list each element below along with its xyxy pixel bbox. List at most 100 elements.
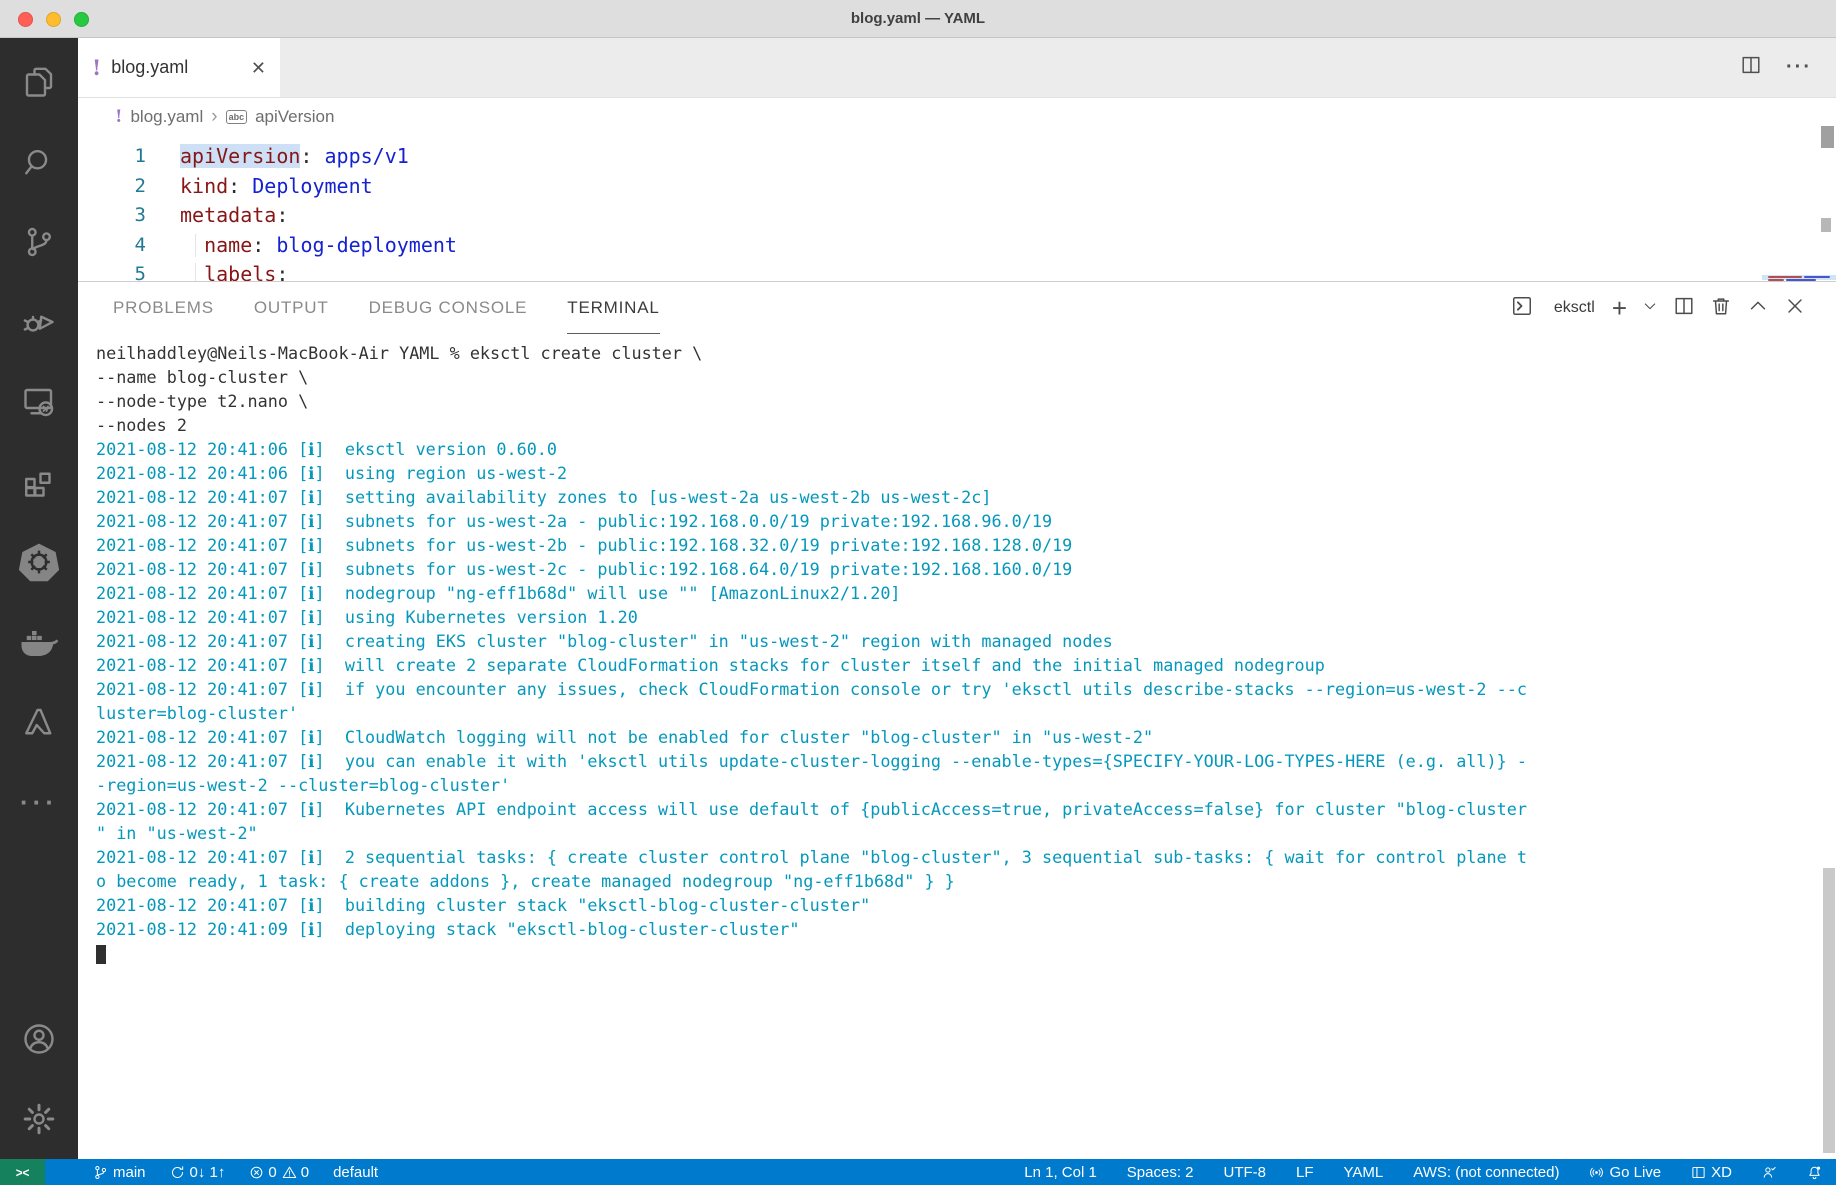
more-actions-button[interactable]: ··· xyxy=(1786,56,1812,79)
more-icon: ··· xyxy=(20,787,58,818)
terminal-line: --node-type t2.nano \ xyxy=(96,389,1816,413)
breadcrumb: ! blog.yaml › abc apiVersion xyxy=(78,98,1836,136)
activity-bar-docker[interactable] xyxy=(0,602,78,682)
activity-bar-extensions[interactable] xyxy=(0,442,78,522)
terminal-line: 2021-08-12 20:41:07 [ℹ] using Kubernetes… xyxy=(96,605,1816,629)
status-language-mode[interactable]: YAML xyxy=(1344,1164,1384,1181)
terminal-line: 2021-08-12 20:41:07 [ℹ] you can enable i… xyxy=(96,749,1816,773)
status-feedback[interactable] xyxy=(1762,1165,1777,1180)
editor-tab-bar: ! blog.yaml ✕ ··· xyxy=(78,38,1836,98)
indent-guide xyxy=(195,263,196,281)
breadcrumb-file[interactable]: blog.yaml xyxy=(130,107,203,127)
tab-blog-yaml[interactable]: ! blog.yaml ✕ xyxy=(78,38,280,97)
split-editor-button[interactable] xyxy=(1740,54,1762,81)
overview-ruler-mark xyxy=(1821,218,1831,232)
terminal-line: 2021-08-12 20:41:06 [ℹ] using region us-… xyxy=(96,461,1816,485)
minimize-window-button[interactable] xyxy=(46,12,61,27)
title-bar: blog.yaml — YAML xyxy=(0,0,1836,38)
activity-bar-search[interactable] xyxy=(0,122,78,202)
terminal-line: 2021-08-12 20:41:07 [ℹ] CloudWatch loggi… xyxy=(96,725,1816,749)
maximize-panel-button[interactable] xyxy=(1747,295,1769,322)
new-terminal-button[interactable]: + xyxy=(1612,295,1627,322)
search-icon xyxy=(21,144,57,180)
gear-icon xyxy=(21,1101,57,1137)
status-aws-profile[interactable]: default xyxy=(333,1164,378,1181)
activity-bar-settings[interactable] xyxy=(0,1079,78,1159)
terminal-line: 2021-08-12 20:41:07 [ℹ] creating EKS clu… xyxy=(96,629,1816,653)
line-number: 2 xyxy=(78,172,146,202)
panel-header: PROBLEMS OUTPUT DEBUG CONSOLE TERMINAL eksc… xyxy=(78,282,1836,334)
panel-tab-output[interactable]: OUTPUT xyxy=(254,282,329,334)
split-terminal-button[interactable] xyxy=(1673,295,1695,322)
account-icon xyxy=(21,1021,57,1057)
status-encoding[interactable]: UTF-8 xyxy=(1224,1164,1267,1181)
traffic-lights xyxy=(18,0,89,38)
line-number: 4 xyxy=(78,231,146,261)
symbol-string-icon: abc xyxy=(226,110,248,124)
close-tab-icon[interactable]: ✕ xyxy=(251,59,266,77)
status-cursor-position[interactable]: Ln 1, Col 1 xyxy=(1024,1164,1097,1181)
code-text: kind: Deployment xyxy=(180,172,373,202)
status-indentation[interactable]: Spaces: 2 xyxy=(1127,1164,1194,1181)
activity-bar-remote-explorer[interactable] xyxy=(0,362,78,442)
terminal-line: 2021-08-12 20:41:07 [ℹ] subnets for us-w… xyxy=(96,557,1816,581)
status-remote-indicator[interactable]: >< xyxy=(0,1159,45,1185)
status-go-live[interactable]: Go Live xyxy=(1589,1164,1661,1181)
terminal-line: 2021-08-12 20:41:07 [ℹ] setting availabi… xyxy=(96,485,1816,509)
panel-tab-terminal[interactable]: TERMINAL xyxy=(567,282,659,334)
warning-icon xyxy=(282,1165,297,1180)
status-eol-sequence[interactable]: LF xyxy=(1296,1164,1314,1181)
terminal-line: 2021-08-12 20:41:07 [ℹ] Kubernetes API e… xyxy=(96,797,1816,821)
activity-bar-more-views[interactable]: ··· xyxy=(0,762,78,842)
line-number: 5 xyxy=(78,260,146,281)
terminal-line: --name blog-cluster \ xyxy=(96,365,1816,389)
line-number: 1 xyxy=(78,142,146,172)
terminal-shell-label[interactable]: eksctl xyxy=(1554,299,1595,317)
status-git-branch[interactable]: main xyxy=(93,1164,146,1181)
status-aws-connection[interactable]: AWS: (not connected) xyxy=(1413,1164,1559,1181)
azure-icon xyxy=(21,704,57,740)
zoom-window-button[interactable] xyxy=(74,12,89,27)
terminal-icon xyxy=(1511,295,1533,322)
activity-bar-explorer[interactable] xyxy=(0,42,78,122)
code-editor[interactable]: 1 apiVersion: apps/v1 2 kind: Deployment3me… xyxy=(78,136,1836,281)
status-xd-extension[interactable]: XD xyxy=(1691,1164,1732,1181)
terminal-line: 2021-08-12 20:41:07 [ℹ] subnets for us-w… xyxy=(96,509,1816,533)
terminal-line: 2021-08-12 20:41:07 [ℹ] 2 sequential tas… xyxy=(96,845,1816,869)
code-line: 1 apiVersion: apps/v1 xyxy=(78,142,1836,172)
sync-icon xyxy=(170,1165,185,1180)
terminal-output[interactable]: neilhaddley@Neils-MacBook-Air YAML % eks… xyxy=(78,334,1816,1159)
remote-explorer-icon xyxy=(21,384,57,420)
status-problems[interactable]: 00 xyxy=(249,1164,309,1181)
xd-icon xyxy=(1691,1165,1706,1180)
kill-terminal-button[interactable] xyxy=(1710,295,1732,322)
debug-icon xyxy=(21,304,57,340)
code-text: apiVersion: apps/v1 xyxy=(180,142,409,172)
status-git-sync[interactable]: 0↓ 1↑ xyxy=(170,1164,226,1181)
panel-tab-debug-console[interactable]: DEBUG CONSOLE xyxy=(369,282,528,334)
activity-bar-kubernetes[interactable] xyxy=(0,522,78,602)
docker-icon xyxy=(18,621,60,663)
close-panel-button[interactable] xyxy=(1784,295,1806,322)
editor-scrollbar-thumb[interactable] xyxy=(1821,126,1834,148)
terminal-line: luster=blog-cluster' xyxy=(96,701,1816,725)
terminal-dropdown-button[interactable] xyxy=(1642,298,1658,319)
terminal-line: 2021-08-12 20:41:07 [ℹ] nodegroup "ng-ef… xyxy=(96,581,1816,605)
code-text: labels: xyxy=(180,260,288,281)
close-window-button[interactable] xyxy=(18,12,33,27)
code-line: 4 name: blog-deployment xyxy=(78,231,1836,261)
activity-bar-source-control[interactable] xyxy=(0,202,78,282)
extensions-icon xyxy=(21,464,57,500)
terminal-scrollbar-thumb[interactable] xyxy=(1823,868,1835,1153)
kubernetes-icon xyxy=(18,541,60,583)
code-line: 3metadata: xyxy=(78,201,1836,231)
activity-bar-accounts[interactable] xyxy=(0,999,78,1079)
yaml-file-icon: ! xyxy=(92,55,101,80)
window-title: blog.yaml — YAML xyxy=(0,10,1836,27)
activity-bar-run-and-debug[interactable] xyxy=(0,282,78,362)
status-notifications[interactable] xyxy=(1807,1165,1822,1180)
panel-tab-problems[interactable]: PROBLEMS xyxy=(113,282,214,334)
activity-bar-azure[interactable] xyxy=(0,682,78,762)
terminal-line: 2021-08-12 20:41:07 [ℹ] will create 2 se… xyxy=(96,653,1816,677)
breadcrumb-symbol[interactable]: apiVersion xyxy=(255,107,334,127)
